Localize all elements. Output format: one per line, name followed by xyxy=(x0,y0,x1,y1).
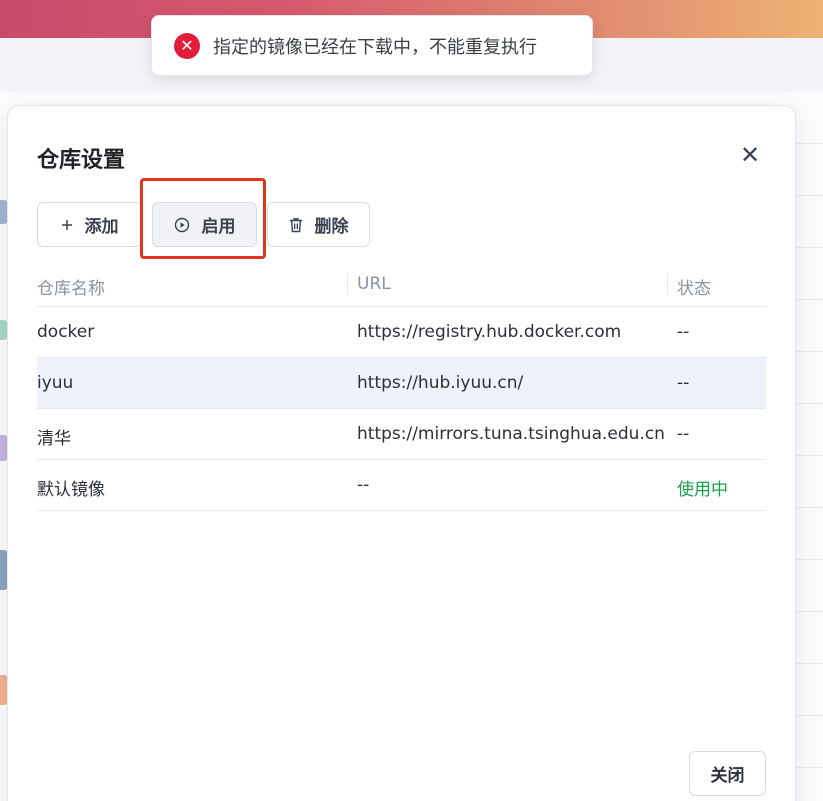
add-button[interactable]: 添加 xyxy=(37,202,142,247)
table-row-selected[interactable]: iyuu https://hub.iyuu.cn/ -- xyxy=(37,358,766,409)
background-table-rows xyxy=(796,92,823,801)
registry-name: 默认镜像 xyxy=(37,480,105,500)
play-circle-icon xyxy=(174,217,190,233)
enable-button-label: 启用 xyxy=(201,217,236,237)
dialog-title: 仓库设置 xyxy=(37,148,126,173)
registry-status: -- xyxy=(677,322,690,342)
close-button[interactable]: 关闭 xyxy=(689,751,766,796)
delete-button-label: 删除 xyxy=(314,217,349,237)
plus-icon xyxy=(61,219,73,231)
registry-url: https://registry.hub.docker.com xyxy=(357,322,622,342)
registry-status: -- xyxy=(677,424,690,444)
table-row[interactable]: docker https://registry.hub.docker.com -… xyxy=(37,307,766,358)
registry-name: 清华 xyxy=(37,429,71,449)
delete-button[interactable]: 删除 xyxy=(267,202,370,247)
table-row[interactable]: 默认镜像 -- 使用中 xyxy=(37,460,766,511)
column-header-name: 仓库名称 xyxy=(37,279,105,299)
registry-url: https://mirrors.tuna.tsinghua.edu.cn xyxy=(357,424,665,444)
error-circle-icon: ✕ xyxy=(174,32,200,59)
column-header-status: 状态 xyxy=(677,279,711,299)
table-row[interactable]: 清华 https://mirrors.tuna.tsinghua.edu.cn … xyxy=(37,409,766,460)
add-button-label: 添加 xyxy=(84,217,119,237)
enable-button[interactable]: 启用 xyxy=(152,202,257,247)
registry-url: -- xyxy=(357,475,370,495)
registry-url: https://hub.iyuu.cn/ xyxy=(357,373,524,393)
table-header: 仓库名称 URL 状态 xyxy=(37,261,766,307)
trash-icon xyxy=(289,217,303,233)
toast-message: 指定的镜像已经在下载中，不能重复执行 xyxy=(213,36,537,58)
registry-name: docker xyxy=(37,322,95,342)
registry-status: -- xyxy=(677,373,690,393)
registry-table: 仓库名称 URL 状态 docker https://registry.hub.… xyxy=(37,261,766,511)
registry-status-active: 使用中 xyxy=(677,480,728,500)
registry-name: iyuu xyxy=(37,373,74,393)
column-divider xyxy=(667,274,668,294)
column-header-url: URL xyxy=(357,274,391,294)
close-icon[interactable]: ✕ xyxy=(737,141,763,169)
column-divider xyxy=(347,274,348,294)
registry-settings-dialog: 仓库设置 ✕ 添加 启用 删除 仓库名称 URL 状态 docker https… xyxy=(7,105,796,801)
error-toast: ✕ 指定的镜像已经在下载中，不能重复执行 xyxy=(151,15,593,76)
